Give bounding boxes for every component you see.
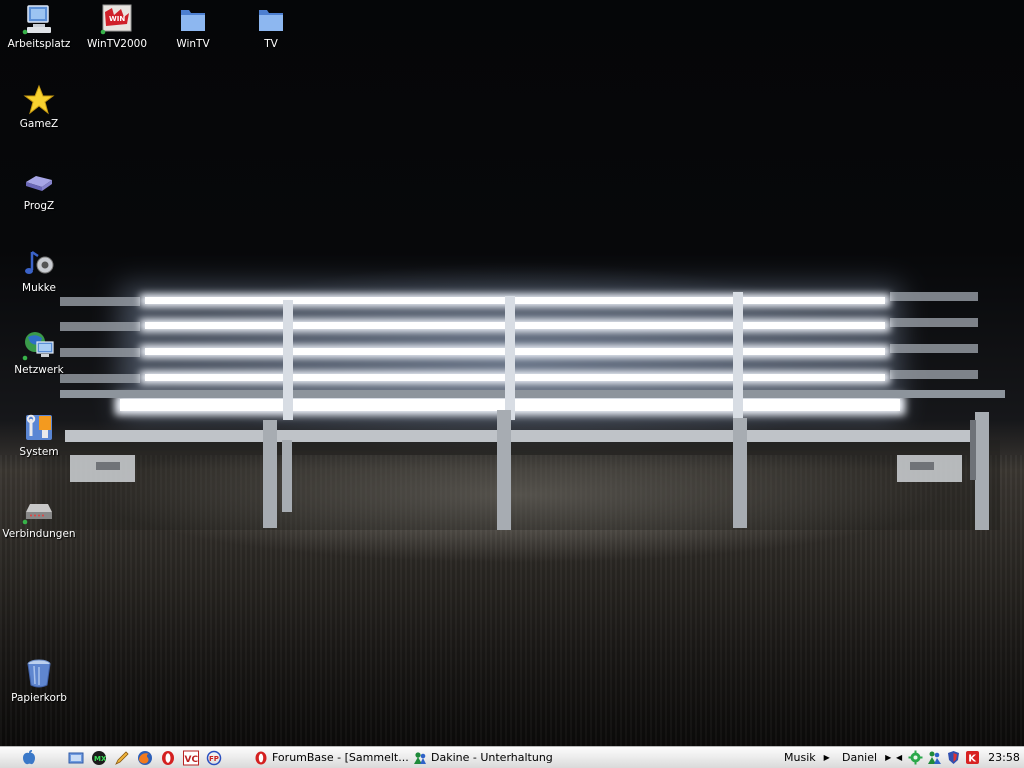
toolbar-label: Musik [784, 751, 816, 764]
svg-text:VC: VC [185, 755, 199, 765]
vc-app-icon[interactable]: VC [183, 750, 199, 766]
antivirus-icon[interactable]: K [965, 750, 980, 765]
taskbar: MX VC FP ForumBase - [Sammelt... Dakine … [0, 746, 1024, 768]
task-button-dakine[interactable]: Dakine - Unterhaltung [413, 749, 553, 766]
recycle-bin-icon [27, 659, 51, 688]
apple-logo-icon [23, 750, 35, 765]
drive-icon [26, 176, 52, 191]
desktop-icon-netzwerk[interactable]: Netzwerk [0, 330, 78, 376]
opera-icon[interactable] [160, 750, 176, 766]
my-computer-icon [22, 5, 51, 35]
firefox-icon[interactable] [137, 750, 153, 766]
show-desktop-icon[interactable] [68, 750, 84, 766]
music-speaker-icon [25, 250, 54, 274]
wallpaper-bench-image [40, 285, 1005, 530]
messenger-icon [414, 751, 426, 764]
desktop-icon-papierkorb[interactable]: Papierkorb [0, 658, 78, 704]
star-icon [23, 84, 55, 115]
pencil-tool-icon[interactable] [114, 750, 130, 766]
desktop-icon-progz[interactable]: ProgZ [0, 166, 78, 212]
chevron-right-icon[interactable]: ▶ [824, 753, 830, 762]
start-button[interactable] [20, 749, 38, 766]
desktop-icon-gamez[interactable]: GameZ [0, 84, 78, 130]
task-label: Dakine - Unterhaltung [431, 751, 553, 764]
desktop-icon-tv-folder[interactable]: TV [232, 4, 310, 50]
network-globe-icon [22, 332, 54, 361]
tray-expand-icon[interactable]: ◀ [896, 753, 902, 762]
svg-text:FP: FP [209, 755, 219, 763]
chevron-right-icon[interactable]: ▶ [885, 753, 891, 762]
svg-text:WIN: WIN [109, 15, 125, 23]
desktop-icon-verbindungen[interactable]: Verbindungen [0, 494, 78, 540]
svg-text:MX: MX [94, 755, 107, 763]
desktop-icon-wintv2000[interactable]: WIN WinTV2000 [78, 4, 156, 50]
desktop-icon-arbeitsplatz[interactable]: Arbeitsplatz [0, 4, 78, 50]
tray-clock[interactable]: 23:58 [988, 751, 1020, 764]
desktop-icon-system[interactable]: System [0, 412, 78, 458]
folder-icon [181, 10, 205, 31]
toolbar-daniel[interactable]: Daniel ▶ [842, 749, 901, 766]
task-button-forumbase[interactable]: ForumBase - [Sammelt... [254, 749, 409, 766]
system-tray: ◀ K 23:58 [896, 749, 1020, 766]
opera-icon [255, 751, 267, 764]
wintv-app-icon: WIN [100, 4, 132, 35]
p2p-app-icon[interactable]: FP [206, 750, 222, 766]
desktop[interactable]: Arbeitsplatz WIN WinTV2000 WinTV TV Game… [0, 0, 1024, 746]
security-shield-icon[interactable] [946, 750, 961, 765]
desktop-icon-wintv-folder[interactable]: WinTV [154, 4, 232, 50]
winamp-mx-icon[interactable]: MX [91, 750, 107, 766]
desktop-icon-mukke[interactable]: Mukke [0, 248, 78, 294]
green-gear-icon[interactable] [908, 750, 923, 765]
toolbar-musik[interactable]: Musik ▶ [784, 749, 840, 766]
svg-text:K: K [968, 754, 977, 765]
task-label: ForumBase - [Sammelt... [272, 751, 409, 764]
modem-icon [22, 504, 52, 525]
system-tools-icon [26, 414, 52, 440]
toolbar-label: Daniel [842, 751, 878, 764]
messenger-status-icon[interactable] [927, 750, 942, 765]
folder-icon [259, 10, 283, 31]
quick-launch-bar: MX VC FP [68, 749, 229, 766]
